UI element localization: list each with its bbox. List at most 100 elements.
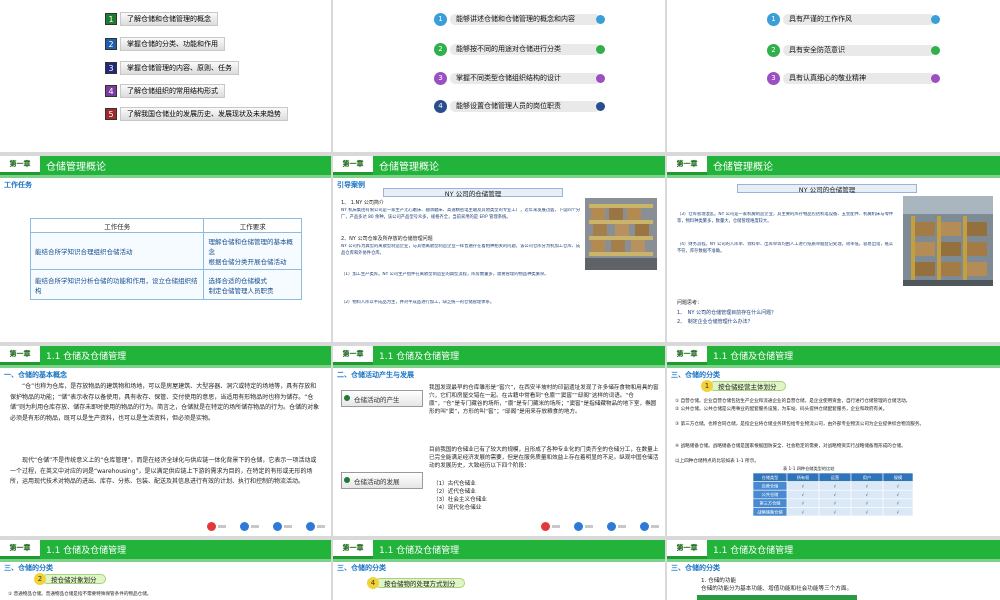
ability-number: 1: [434, 12, 447, 26]
table-cell-text: 用户: [863, 474, 871, 481]
slide-quality-objectives[interactable]: 1 具有严谨的工作作风 2 具有安全防范意识 3 具有认真细心的敬业精神: [667, 0, 1000, 152]
case-paragraph: （3）仓库管理混乱。NY 公司是一家机械制造企业，其主要的库存物品包括机电设备、…: [677, 212, 894, 224]
nav-next-button[interactable]: [607, 522, 626, 531]
case-paragraph: （4）财务流程。NY 公司的入库单、领料单、出库单等均由人工进行纸质单据登记处理…: [677, 242, 894, 254]
section-title: 1.1 仓储及仓储管理: [373, 346, 665, 365]
table-cell-text: 公共仓储: [762, 491, 779, 498]
header-stripe: [667, 559, 1000, 562]
table-cell-text: √: [866, 484, 869, 489]
case-heading: 2、NY 公司仓库及所存放的仓储管理问题: [341, 236, 433, 242]
nav-home-button[interactable]: [541, 522, 560, 531]
body-paragraph: “仓”也称为仓库，是存放物品的建筑物和场地，可以是房屋建筑、大型容器、洞穴或特定…: [10, 383, 320, 422]
nav-end-button[interactable]: [640, 522, 659, 531]
slide-origins-development[interactable]: 第一章 1.1 仓储及仓储管理 二、仓储活动产生与发展 仓储活动的产生 我国发现…: [333, 346, 665, 536]
ability-number: 3: [434, 71, 447, 85]
objective-number: 4: [105, 85, 117, 97]
nav-next-button[interactable]: [273, 522, 292, 531]
home-icon: [541, 522, 550, 531]
section-subtitle: 二、仓储活动产生与发展: [337, 371, 414, 379]
objective-text: 了解仓储和仓储管理的概念: [120, 12, 218, 26]
table-cell-text: √: [866, 501, 869, 506]
bullet-dot-icon: [596, 73, 605, 83]
body-paragraph: ① 普通物品仓储。普通物品仓储是指不需要特殊保管条件的物品仓储。: [8, 592, 152, 597]
prev-icon: [240, 522, 249, 531]
chapter-title: 仓储管理概论: [373, 156, 665, 175]
body-paragraph: 目前我国的仓储业已有了较大的规模，且形成了各种专业化的门类齐全的仓储分工，在数量…: [429, 447, 659, 469]
nav-home-button[interactable]: [207, 522, 226, 531]
slide-knowledge-objectives[interactable]: 1 了解仓储和仓储管理的概念 2 掌握仓储的分类、功能和作用 3 掌握仓储管理的…: [0, 0, 331, 152]
quality-text: 具有安全防范意识: [789, 46, 845, 54]
objective-item: 1 了解仓储和仓储管理的概念: [105, 12, 218, 26]
nav-label-bar: [618, 525, 626, 528]
case-heading: 1、 1.NY 公司简介: [341, 200, 384, 206]
table-cell-text: 战略储备仓储: [757, 508, 782, 515]
end-icon: [640, 522, 649, 531]
work-task-table: 工作任务 工作要求 能结合所学知识合理组织仓储活动 理解仓储和仓储管理的基本概念…: [29, 218, 302, 300]
heading-label: 按仓储物的处理方式划分: [375, 578, 465, 588]
question-item: 2、 制定企业仓储管理什么办法？: [677, 319, 753, 325]
slide-classification-object[interactable]: 第一章 1.1 仓储及仓储管理 三、仓储的分类 2 按仓储对象划分 ① 普通物品…: [0, 540, 331, 600]
objective-number: 3: [105, 62, 117, 74]
table-cell-text: √: [834, 509, 837, 514]
classification-heading: 1 按仓储经营主体划分: [701, 380, 786, 392]
slide-nav: [207, 522, 325, 531]
heading-number: 4: [367, 577, 379, 589]
heading-number: 2: [34, 573, 46, 585]
objective-number: 2: [105, 38, 117, 50]
objective-text: 掌握仓储管理的内容、原则、任务: [120, 61, 239, 75]
objective-number: 1: [105, 13, 117, 25]
chapter-tag: 第一章: [667, 346, 707, 365]
header-stripe: [667, 175, 1000, 178]
slide-ability-objectives[interactable]: 1 能够讲述仓储和仓储管理的概念和内容 2 能够按不同的用途对仓储进行分类 3 …: [333, 0, 665, 152]
chapter-tag: 第一章: [333, 540, 373, 559]
nav-prev-button[interactable]: [240, 522, 259, 531]
table-cell-text: 运营: [831, 474, 839, 481]
warehouse-photo: [903, 196, 993, 286]
nav-label-bar: [218, 525, 226, 528]
slide-case-intro[interactable]: 第一章 仓储管理概论 引导案例 NY 公司的仓储管理 1、 1.NY 公司简介 …: [333, 156, 665, 342]
nav-label-bar: [651, 525, 659, 528]
ability-text: 能够设置仓储管理人员的岗位职责: [456, 102, 561, 110]
slide-work-tasks[interactable]: 第一章 仓储管理概论 工作任务 工作任务 工作要求 能结合所学知识合理组织仓储活…: [0, 156, 331, 342]
nav-prev-button[interactable]: [574, 522, 593, 531]
stage-item: （4）现代化仓储业: [433, 505, 482, 511]
slide-header: 第一章 仓储管理概论: [667, 156, 1000, 178]
home-icon: [207, 522, 216, 531]
slide-case-questions[interactable]: 第一章 仓储管理概论 NY 公司的仓储管理 （3）仓库管理混乱。NY 公司是一家…: [667, 156, 1000, 342]
quality-text: 具有严谨的工作作风: [789, 15, 852, 23]
section-subtitle: 三、仓储的分类: [4, 564, 53, 572]
table-cell-text: 所有权: [797, 474, 810, 481]
table-cell: 能结合所学知识分析仓储的功能和作用，设立仓储组织结构: [29, 269, 205, 300]
nav-label-bar: [284, 525, 292, 528]
next-icon: [273, 522, 282, 531]
nav-end-button[interactable]: [306, 522, 325, 531]
stage-item: （3）社会主义仓储业: [433, 497, 487, 503]
bullet-dot-icon: [596, 101, 605, 111]
objective-item: 5 了解我国仓储业的发展历史、发展现状及未来趋势: [105, 107, 288, 121]
slide-warehouse-functions[interactable]: 第一章 1.1 仓储及仓储管理 三、仓储的分类 1. 仓储的功能 仓储的功能分为…: [667, 540, 1000, 600]
section-subtitle: 三、仓储的分类: [337, 564, 386, 572]
slide-classification-processing[interactable]: 第一章 1.1 仓储及仓储管理 三、仓储的分类 4 按仓储物的处理方式划分: [333, 540, 665, 600]
slide-header: 第一章 1.1 仓储及仓储管理: [0, 346, 331, 368]
slide-classification-operator[interactable]: 第一章 1.1 仓储及仓储管理 三、仓储的分类 1 按仓储经营主体划分 ① 自营…: [667, 346, 1000, 536]
nav-label-bar: [251, 525, 259, 528]
case-paragraph: NY 机床集团有限公司是一家生产无心磨床、轴承磨床、高速精密电主轴及其他类型的专…: [341, 208, 581, 220]
table-header-cell: 工作要求: [203, 218, 302, 233]
objective-item: 4 了解仓储组织的常用结构形式: [105, 84, 225, 98]
header-stripe: [333, 559, 665, 562]
section-title: 1.1 仓储及仓储管理: [40, 346, 331, 365]
table-title: 表 1-1 四种仓储类型的比较: [783, 466, 835, 471]
case-paragraph: （1）加工生产类库。NY 公司生产组件在离散型制造业的典型流程，库房数量多，需要…: [341, 272, 549, 277]
ability-text-bar: 能够按不同的用途对仓储进行分类: [450, 43, 605, 55]
function-heading: 1. 仓储的功能: [701, 578, 737, 584]
table-cell-text: 仓储类型: [762, 474, 779, 481]
chapter-title: 仓储管理概论: [707, 156, 1000, 175]
table-cell-text: √: [897, 492, 900, 497]
header-stripe: [667, 365, 1000, 368]
case-title: NY 公司的仓储管理: [383, 188, 563, 198]
chapter-tag: 第一章: [667, 540, 707, 559]
ability-text: 能够讲述仓储和仓储管理的概念和内容: [456, 15, 575, 23]
bullet-dot-icon: [931, 45, 940, 55]
slide-basic-concepts[interactable]: 第一章 1.1 仓储及仓储管理 一、仓储的基本概念 “仓”也称为仓库，是存放物品…: [0, 346, 331, 536]
bullet-dot-icon: [596, 44, 605, 54]
